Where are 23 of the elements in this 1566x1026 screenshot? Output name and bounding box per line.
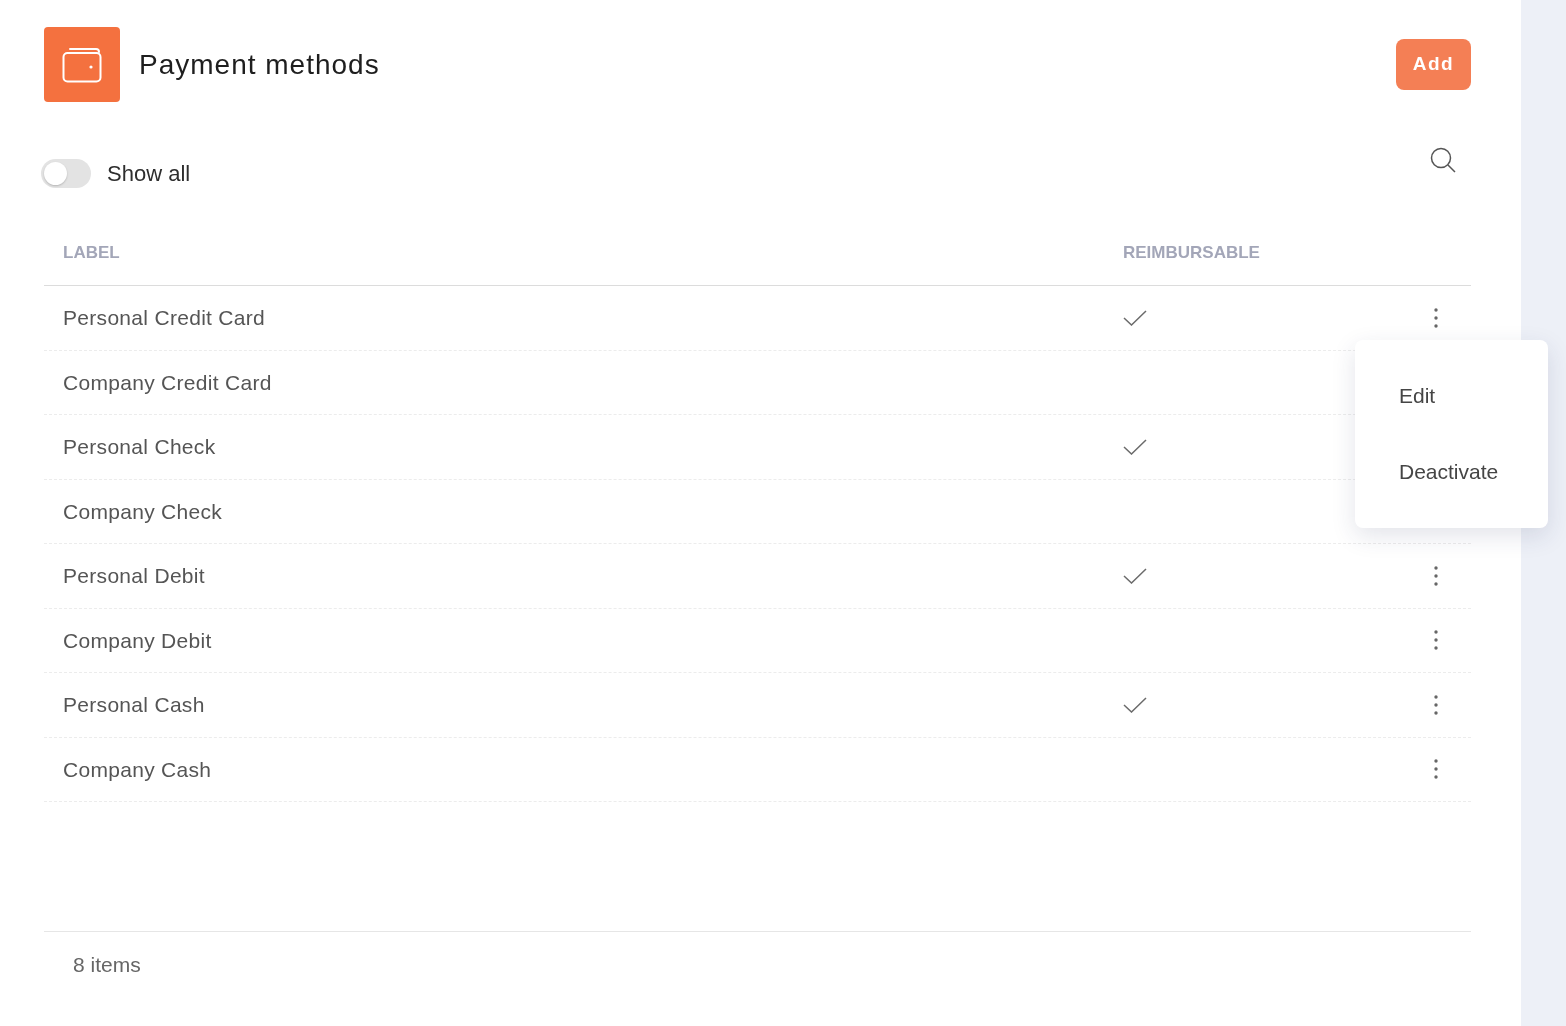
table-cell: Personal Debit	[63, 564, 205, 587]
toggle-label: Show all	[107, 160, 191, 188]
more-options-icon[interactable]	[1434, 630, 1438, 651]
more-options-icon[interactable]	[1434, 694, 1438, 715]
search-icon[interactable]	[1430, 147, 1456, 173]
wallet-icon	[44, 27, 120, 102]
menu-item[interactable]: Deactivate	[1355, 434, 1548, 510]
more-options-icon[interactable]	[1434, 759, 1438, 780]
column-header: REIMBURSABLE	[1123, 243, 1260, 263]
toggle-switch[interactable]	[41, 159, 91, 188]
table-cell: Personal Credit Card	[63, 306, 266, 329]
page-title: Payment methods	[139, 47, 380, 82]
table-cell: Personal Check	[63, 435, 216, 458]
item-count: 8 items	[73, 953, 141, 976]
table-cell: Company Credit Card	[63, 370, 272, 394]
more-options-icon[interactable]	[1434, 307, 1438, 328]
menu-item[interactable]: Edit	[1355, 358, 1548, 434]
table-cell: Company Cash	[63, 757, 212, 781]
table-cell: Personal Cash	[63, 693, 205, 716]
more-options-icon[interactable]	[1434, 565, 1438, 586]
table-cell: Company Check	[63, 499, 223, 523]
table-cell: Company Debit	[63, 628, 212, 652]
column-header: LABEL	[63, 243, 120, 263]
